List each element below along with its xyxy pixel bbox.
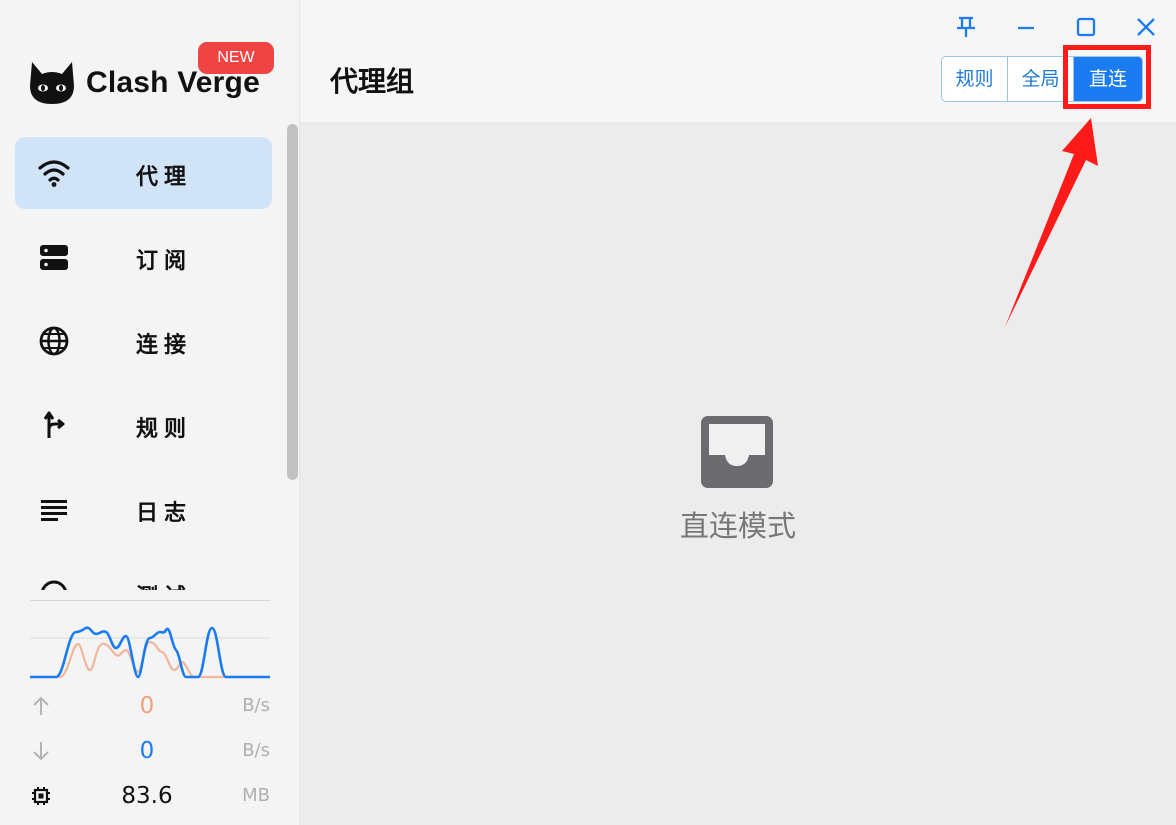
- pin-button[interactable]: [951, 12, 981, 42]
- pin-icon: [957, 16, 975, 37]
- download-speed-row: 0 B/s: [30, 735, 270, 767]
- close-icon: [1137, 18, 1155, 36]
- sidebar-item-connections[interactable]: 连接: [15, 305, 272, 377]
- chip-icon: [32, 787, 50, 805]
- sidebar-item-rules[interactable]: 规则: [15, 389, 272, 461]
- sidebar-item-proxy[interactable]: 代理: [15, 137, 272, 209]
- maximize-button[interactable]: [1071, 12, 1101, 42]
- sidebar-nav: 代理 订阅 连接 规则 日志: [0, 0, 300, 590]
- upload-speed-value: 0: [139, 693, 155, 719]
- list-icon: [41, 500, 67, 521]
- memory-row: 83.6 MB: [30, 780, 270, 812]
- route-icon: [43, 411, 65, 438]
- mode-rule-button[interactable]: 规则: [942, 57, 1008, 101]
- download-speed-unit: B/s: [242, 740, 270, 761]
- globe-icon: [39, 326, 69, 356]
- inbox-icon: [701, 416, 773, 488]
- header: 代理组 规则 全局 直连: [300, 0, 1176, 123]
- traffic-chart: [30, 600, 270, 679]
- server-icon: [40, 245, 68, 270]
- sidebar-item-label: 测试: [136, 579, 192, 590]
- upload-speed-row: 0 B/s: [30, 690, 270, 722]
- sidebar: Clash Verge NEW 代理 订阅 连接 规则 日志 0 B/s 0 B…: [0, 0, 300, 825]
- page-title: 代理组: [330, 65, 415, 98]
- sidebar-item-label: 日志: [136, 501, 193, 526]
- minimize-button[interactable]: [1011, 12, 1041, 42]
- sidebar-scrollbar[interactable]: [287, 124, 298, 480]
- speedometer-icon: [41, 580, 67, 590]
- sidebar-item-label: 代理: [136, 165, 193, 190]
- sidebar-item-label: 订阅: [136, 249, 193, 274]
- minimize-icon: [1018, 26, 1034, 30]
- empty-state-text: 直连模式: [679, 509, 796, 543]
- sidebar-item-subscriptions[interactable]: 订阅: [15, 221, 272, 293]
- sidebar-item-label: 规则: [136, 417, 193, 442]
- arrow-up-icon: [33, 696, 49, 715]
- sidebar-item-label: 连接: [136, 333, 193, 358]
- close-button[interactable]: [1131, 12, 1161, 42]
- arrow-down-icon: [33, 742, 49, 761]
- upload-series: [30, 640, 270, 679]
- upload-speed-unit: B/s: [242, 695, 270, 716]
- download-speed-value: 0: [139, 738, 155, 764]
- main-content: 直连模式: [300, 123, 1176, 825]
- maximize-icon: [1076, 17, 1096, 37]
- sidebar-item-test[interactable]: 测试: [15, 557, 272, 590]
- memory-unit: MB: [242, 785, 270, 806]
- sidebar-item-logs[interactable]: 日志: [15, 473, 272, 545]
- memory-value: 83.6: [121, 783, 173, 809]
- wifi-icon: [38, 160, 70, 187]
- annotation-highlight-box: [1063, 45, 1151, 109]
